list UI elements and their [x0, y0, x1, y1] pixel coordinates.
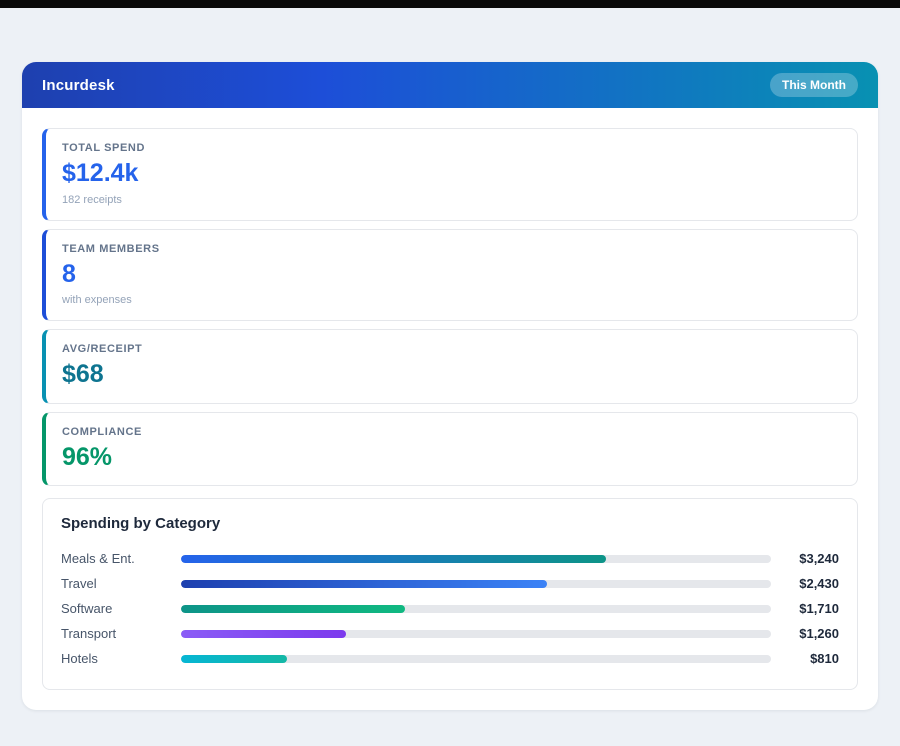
stat-value: 96%: [62, 444, 841, 472]
category-label: Software: [61, 601, 181, 616]
category-value: $1,710: [771, 601, 839, 616]
stat-subtext: with expenses: [62, 294, 841, 306]
category-value: $1,260: [771, 626, 839, 641]
category-label: Hotels: [61, 651, 181, 666]
category-row-transport: Transport $1,260: [61, 621, 839, 646]
category-row-travel: Travel $2,430: [61, 571, 839, 596]
category-bar-track: [181, 605, 771, 613]
stat-label: COMPLIANCE: [62, 426, 841, 438]
category-bar-fill: [181, 630, 346, 638]
dashboard-card: Incurdesk This Month TOTAL SPEND $12.4k …: [22, 62, 878, 710]
stat-card-total-spend: TOTAL SPEND $12.4k 182 receipts: [42, 128, 858, 221]
category-value: $810: [771, 651, 839, 666]
category-row-hotels: Hotels $810: [61, 646, 839, 671]
spending-section-title: Spending by Category: [61, 515, 839, 532]
stat-subtext: 182 receipts: [62, 194, 841, 206]
app-title: Incurdesk: [42, 77, 115, 94]
spending-by-category-card: Spending by Category Meals & Ent. $3,240…: [42, 498, 858, 690]
stat-label: TEAM MEMBERS: [62, 243, 841, 255]
category-value: $2,430: [771, 576, 839, 591]
stat-label: TOTAL SPEND: [62, 142, 841, 154]
app-header: Incurdesk This Month: [22, 62, 878, 108]
category-bar-fill: [181, 655, 287, 663]
category-label: Travel: [61, 576, 181, 591]
category-bar-track: [181, 630, 771, 638]
stat-card-compliance: COMPLIANCE 96%: [42, 412, 858, 487]
stat-card-avg-receipt: AVG/RECEIPT $68: [42, 329, 858, 404]
category-label: Transport: [61, 626, 181, 641]
category-bar-fill: [181, 605, 405, 613]
stat-value: $68: [62, 361, 841, 389]
category-bar-track: [181, 555, 771, 563]
category-label: Meals & Ent.: [61, 551, 181, 566]
card-body: TOTAL SPEND $12.4k 182 receipts TEAM MEM…: [22, 108, 878, 710]
category-value: $3,240: [771, 551, 839, 566]
stat-value: 8: [62, 261, 841, 289]
category-bar-track: [181, 655, 771, 663]
stat-value: $12.4k: [62, 160, 841, 188]
category-row-software: Software $1,710: [61, 596, 839, 621]
category-bar-track: [181, 580, 771, 588]
top-window-strip: [0, 0, 900, 8]
period-badge[interactable]: This Month: [770, 73, 858, 97]
stat-label: AVG/RECEIPT: [62, 343, 841, 355]
category-bar-fill: [181, 580, 547, 588]
category-row-meals: Meals & Ent. $3,240: [61, 546, 839, 571]
category-bar-fill: [181, 555, 606, 563]
stat-card-team-members: TEAM MEMBERS 8 with expenses: [42, 229, 858, 322]
